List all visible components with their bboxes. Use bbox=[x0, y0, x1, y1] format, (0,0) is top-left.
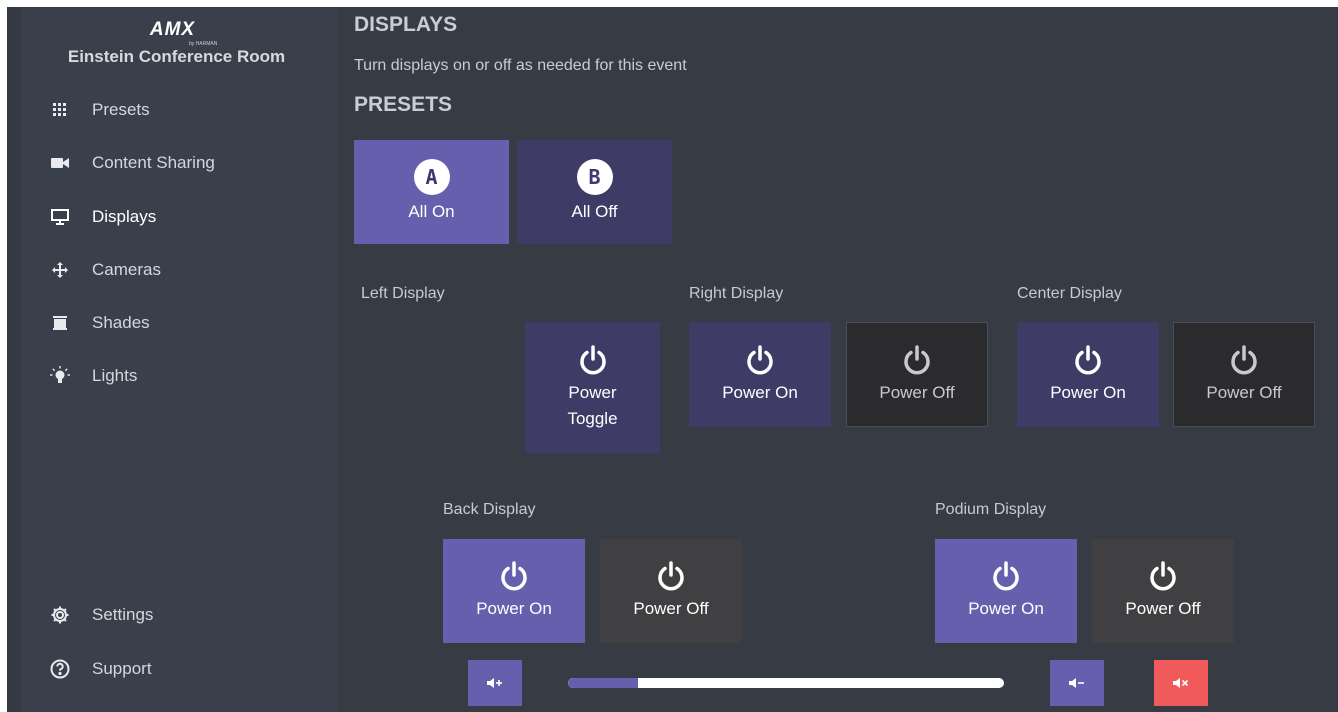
shades-icon bbox=[50, 313, 70, 333]
button-label-line1: Power bbox=[568, 382, 617, 402]
room-name: Einstein Conference Room bbox=[67, 47, 286, 66]
left-display-label: Left Display bbox=[361, 285, 445, 302]
question-circle-icon bbox=[50, 659, 70, 679]
back-display-power-off-button[interactable]: Power Off bbox=[600, 539, 742, 643]
power-icon bbox=[501, 561, 527, 591]
power-icon bbox=[904, 344, 930, 374]
button-label-line2: Toggle bbox=[567, 408, 618, 428]
grid-icon bbox=[50, 100, 70, 120]
preset-a-badge: A bbox=[413, 159, 450, 195]
sidebar-item-label: Displays bbox=[92, 207, 157, 226]
power-icon bbox=[1150, 561, 1176, 591]
button-label: Power Off bbox=[1125, 599, 1201, 618]
gear-icon bbox=[50, 605, 70, 625]
page-title: DISPLAYS bbox=[354, 13, 458, 36]
sidebar-item-shades[interactable]: Shades bbox=[50, 308, 150, 338]
sidebar-item-label: Content Sharing bbox=[92, 153, 215, 172]
volume-up-button[interactable] bbox=[468, 660, 522, 706]
power-icon bbox=[658, 561, 684, 591]
volume-up-icon bbox=[487, 678, 502, 688]
left-display-power-toggle-button[interactable]: Power Toggle bbox=[525, 322, 660, 453]
right-display-power-off-button[interactable]: Power Off bbox=[846, 322, 988, 427]
monitor-icon bbox=[50, 207, 70, 227]
page-subtitle: Turn displays on or off as needed for th… bbox=[354, 57, 687, 74]
mute-button[interactable] bbox=[1154, 660, 1208, 706]
power-icon bbox=[579, 344, 606, 374]
volume-slider[interactable] bbox=[568, 678, 1004, 688]
right-display-power-on-button[interactable]: Power On bbox=[689, 322, 831, 427]
presets-heading: PRESETS bbox=[354, 93, 453, 116]
back-display-label: Back Display bbox=[443, 501, 536, 518]
sidebar-item-settings[interactable]: Settings bbox=[50, 600, 153, 630]
sidebar-item-label: Settings bbox=[92, 605, 154, 624]
volume-down-button[interactable] bbox=[1050, 660, 1104, 706]
move-arrows-icon bbox=[50, 260, 70, 280]
volume-slider-fill bbox=[568, 678, 638, 688]
power-icon bbox=[747, 344, 773, 374]
podium-display-power-off-button[interactable]: Power Off bbox=[1092, 539, 1234, 643]
center-display-power-on-button[interactable]: Power On bbox=[1017, 322, 1159, 427]
sidebar-item-cameras[interactable]: Cameras bbox=[50, 255, 161, 285]
button-label: Power Off bbox=[879, 382, 955, 402]
button-label: Power On bbox=[476, 599, 552, 618]
back-display-power-on-button[interactable]: Power On bbox=[443, 539, 585, 643]
sidebar-item-presets[interactable]: Presets bbox=[50, 95, 150, 125]
sidebar-item-label: Presets bbox=[92, 100, 150, 119]
sidebar-item-content-sharing[interactable]: Content Sharing bbox=[50, 148, 215, 178]
center-display-power-off-button[interactable]: Power Off bbox=[1173, 322, 1315, 427]
button-label: Power On bbox=[722, 382, 798, 402]
mute-icon bbox=[1173, 678, 1189, 688]
power-icon bbox=[1075, 344, 1101, 374]
button-label: Power Off bbox=[1206, 382, 1282, 402]
button-label: Power On bbox=[1050, 382, 1126, 402]
preset-label: All Off bbox=[571, 202, 618, 221]
power-icon bbox=[993, 561, 1019, 591]
podium-display-power-on-button[interactable]: Power On bbox=[935, 539, 1077, 643]
power-icon bbox=[1231, 344, 1257, 374]
podium-display-label: Podium Display bbox=[935, 501, 1047, 518]
right-display-label: Right Display bbox=[689, 285, 784, 302]
preset-label: All On bbox=[408, 202, 455, 221]
sidebar-item-support[interactable]: Support bbox=[50, 654, 152, 684]
sidebar-item-label: Lights bbox=[92, 366, 138, 385]
preset-all-on-button[interactable]: A All On bbox=[354, 140, 509, 244]
button-label: Power On bbox=[968, 599, 1044, 618]
sidebar-item-label: Shades bbox=[92, 313, 150, 332]
preset-all-off-button[interactable]: B All Off bbox=[517, 140, 672, 244]
button-label: Power Off bbox=[633, 599, 709, 618]
bulb-icon bbox=[50, 366, 70, 386]
video-icon bbox=[50, 153, 70, 173]
sidebar-item-label: Support bbox=[92, 659, 152, 678]
sidebar-item-label: Cameras bbox=[92, 260, 161, 279]
sidebar-item-lights[interactable]: Lights bbox=[50, 361, 137, 391]
sidebar-item-displays[interactable]: Displays bbox=[50, 202, 156, 232]
preset-b-badge: B bbox=[576, 159, 613, 195]
volume-down-icon bbox=[1069, 678, 1084, 688]
center-display-label: Center Display bbox=[1017, 285, 1122, 302]
amx-logo: AMX bbox=[149, 19, 196, 40]
